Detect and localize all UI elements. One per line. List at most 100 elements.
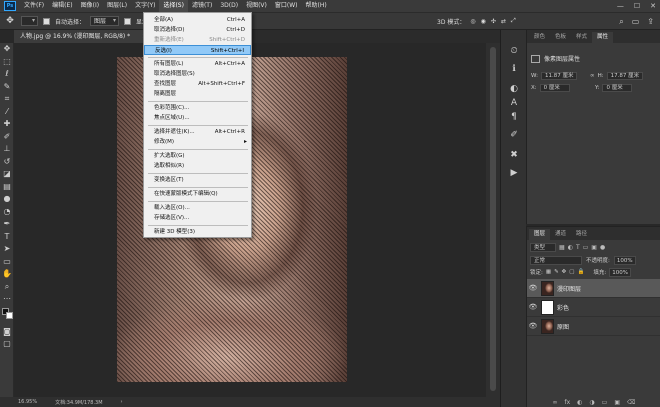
menu-select[interactable]: 选择(S)	[159, 0, 188, 12]
menu-item-inverse[interactable]: 反选(I) Shift+Ctrl+I	[144, 45, 251, 55]
tab-paths[interactable]: 路径	[571, 229, 592, 240]
menu-item-deselect-layers[interactable]: 取消选择图层(S)	[144, 69, 251, 79]
lock-pixels-icon[interactable]: ✎	[554, 269, 559, 275]
menu-item-load-selection[interactable]: 载入选区(O)...	[144, 203, 251, 213]
healing-icon[interactable]: ✚	[0, 118, 14, 131]
rectangle-icon[interactable]: ▭	[0, 256, 14, 269]
3d-scale-icon[interactable]: ⤢	[511, 17, 516, 25]
lock-all-icon[interactable]: 🔒	[577, 269, 584, 275]
menu-item-modify[interactable]: 修改(M)	[144, 137, 251, 147]
add-mask-icon[interactable]: ◐	[577, 399, 582, 406]
menu-layer[interactable]: 图层(L)	[103, 0, 131, 12]
tool-preset-picker[interactable]	[21, 16, 38, 26]
fill-field[interactable]: 100%	[609, 267, 631, 277]
menu-item-similar[interactable]: 选取相似(R)	[144, 161, 251, 171]
crop-icon[interactable]: ⌗	[0, 93, 14, 106]
filter-type-icon[interactable]: T	[576, 244, 580, 251]
close-button[interactable]: ✕	[650, 2, 656, 10]
visibility-eye-icon[interactable]: 👁	[527, 303, 539, 311]
lock-position-icon[interactable]: ✥	[562, 269, 567, 275]
menu-item-color-range[interactable]: 色彩范围(C)...	[144, 103, 251, 113]
menu-file[interactable]: 文件(F)	[20, 0, 48, 12]
actions-panel-icon[interactable]: ▶	[507, 166, 521, 180]
quick-mask-icon[interactable]: ◙	[0, 326, 14, 339]
lasso-icon[interactable]: ℓ	[0, 68, 14, 81]
hand-icon[interactable]: ✋	[0, 268, 14, 281]
menu-help[interactable]: 帮助(H)	[302, 0, 331, 12]
zoom-icon[interactable]: ⌕	[0, 281, 14, 294]
layer-name[interactable]: 漫印图层	[557, 284, 581, 293]
move-tool-icon[interactable]: ✥	[4, 15, 16, 27]
marquee-icon[interactable]: ⬚	[0, 56, 14, 69]
minimize-button[interactable]: —	[617, 2, 624, 10]
screen-mode-icon[interactable]: ▢	[0, 338, 14, 351]
tab-color[interactable]: 颜色	[529, 32, 550, 43]
opacity-field[interactable]: 100%	[613, 255, 636, 265]
history-brush-icon[interactable]: ↺	[0, 156, 14, 169]
menu-item-save-selection[interactable]: 存储选区(V)...	[144, 213, 251, 223]
filter-adjustment-icon[interactable]: ◐	[568, 244, 573, 251]
tab-properties[interactable]: 属性	[592, 32, 614, 43]
pen-icon[interactable]: ✒	[0, 218, 14, 231]
lock-artboard-icon[interactable]: ▢	[569, 269, 574, 275]
3d-orbit-icon[interactable]: ◎	[470, 18, 475, 25]
history-panel-icon[interactable]: ⏲	[507, 44, 521, 58]
menu-item-new-3d-model[interactable]: 新建 3D 模型(3)	[144, 227, 251, 237]
dodge-icon[interactable]: ◔	[0, 206, 14, 219]
menu-item-all[interactable]: 全部(A) Ctrl+A	[144, 15, 251, 25]
tab-swatches[interactable]: 色板	[550, 32, 571, 43]
share-icon[interactable]: ⇪	[647, 17, 654, 27]
3d-roll-icon[interactable]: ◉	[481, 18, 486, 25]
vertical-scrollbar[interactable]	[486, 43, 500, 397]
tool-presets-icon[interactable]: ✖	[507, 148, 521, 162]
filter-pixel-icon[interactable]: ▦	[559, 244, 565, 251]
layer-row[interactable]: 👁 漫印图层	[527, 279, 660, 298]
adjustments-panel-icon[interactable]: ◐	[507, 82, 521, 96]
layer-filter-dropdown[interactable]: 类型	[530, 242, 557, 252]
menu-item-quick-mask[interactable]: 在快速蒙版模式下编辑(Q)	[144, 189, 251, 199]
layer-name[interactable]: 原图	[557, 322, 569, 331]
menu-window[interactable]: 窗口(W)	[271, 0, 302, 12]
menu-edit[interactable]: 编辑(E)	[48, 0, 76, 12]
blur-icon[interactable]: ●	[0, 193, 14, 206]
character-panel-icon[interactable]: A	[507, 96, 521, 110]
auto-select-dropdown[interactable]: 图层	[90, 16, 120, 26]
menu-item-deselect[interactable]: 取消选择(D) Ctrl+D	[144, 25, 251, 35]
brush-icon[interactable]: ✐	[0, 131, 14, 144]
blend-mode-dropdown[interactable]: 正常	[530, 255, 582, 265]
adjustment-layer-icon[interactable]: ◑	[589, 399, 594, 406]
link-icon[interactable]: ∞	[590, 73, 595, 79]
delete-layer-icon[interactable]: ⌫	[627, 399, 635, 406]
auto-select-checkbox[interactable]	[43, 17, 50, 25]
menu-item-transform-selection[interactable]: 变换选区(T)	[144, 175, 251, 185]
menu-image[interactable]: 图像(I)	[77, 0, 103, 12]
tab-layers[interactable]: 图层	[529, 229, 551, 240]
status-arrow-icon[interactable]: ›	[121, 399, 123, 405]
3d-slide-icon[interactable]: ⇄	[501, 18, 506, 25]
y-field[interactable]: 0 厘米	[602, 84, 633, 92]
stamp-icon[interactable]: ⊥	[0, 143, 14, 156]
quick-select-icon[interactable]: ✎	[0, 81, 14, 94]
menu-item-reselect[interactable]: 重新选择(E) Shift+Ctrl+D	[144, 35, 251, 45]
tab-channels[interactable]: 通道	[550, 229, 571, 240]
layer-name[interactable]: 彩色	[557, 303, 569, 312]
menu-view[interactable]: 视图(V)	[242, 0, 271, 12]
visibility-eye-icon[interactable]: 👁	[527, 284, 539, 292]
layer-row[interactable]: 👁 彩色	[527, 298, 660, 317]
filter-shape-icon[interactable]: ▭	[583, 244, 589, 251]
paragraph-panel-icon[interactable]: ¶	[507, 110, 521, 124]
height-field[interactable]: 17.87 厘米	[606, 72, 644, 80]
visibility-eye-icon[interactable]: 👁	[527, 322, 539, 330]
canvas-area[interactable]	[14, 43, 500, 397]
filter-smart-icon[interactable]: ▣	[591, 244, 597, 251]
menu-item-find-layers[interactable]: 查找图层 Alt+Shift+Ctrl+F	[144, 79, 251, 89]
zoom-level[interactable]: 16.95%	[18, 399, 37, 405]
menu-item-select-and-mask[interactable]: 选择并遮住(K)... Alt+Ctrl+R	[144, 127, 251, 137]
maximize-button[interactable]: ☐	[634, 2, 640, 10]
search-icon[interactable]: ⌕	[619, 17, 623, 27]
move-icon[interactable]: ✥	[0, 43, 14, 56]
menu-item-focus-area[interactable]: 焦点区域(U)...	[144, 113, 251, 123]
menu-3d[interactable]: 3D(D)	[216, 0, 242, 12]
tab-styles[interactable]: 样式	[571, 32, 592, 43]
gradient-icon[interactable]: ▤	[0, 181, 14, 194]
